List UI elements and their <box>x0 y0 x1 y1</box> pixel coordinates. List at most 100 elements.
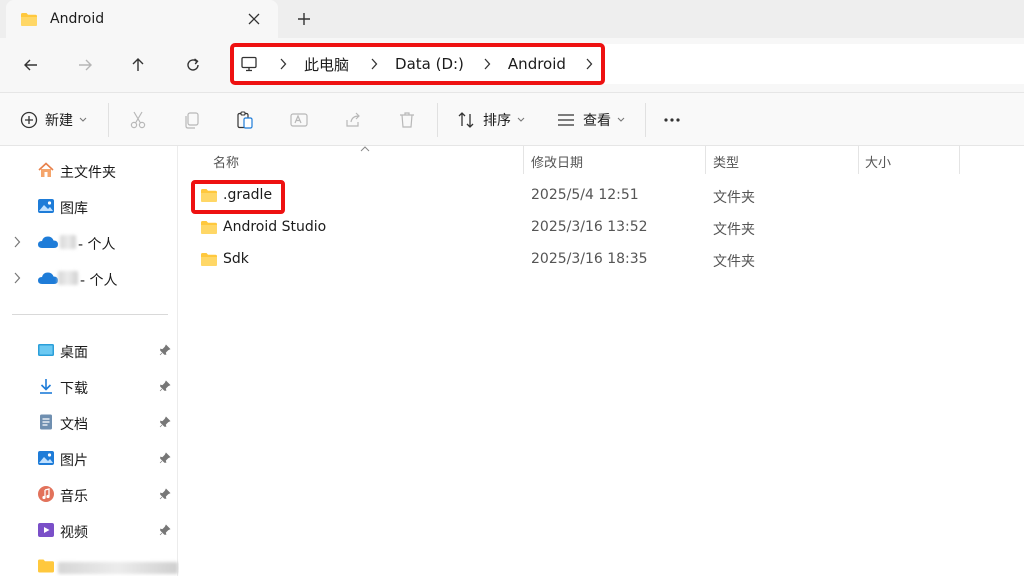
sidebar-item-home[interactable]: 主文件夹 <box>0 154 178 186</box>
sidebar-item-label: - 个人 <box>78 237 116 253</box>
tab-android[interactable]: Android <box>6 0 278 38</box>
column-header-type[interactable]: 类型 <box>713 152 739 171</box>
sidebar-item-documents[interactable]: 文档 <box>0 406 178 438</box>
view-button[interactable]: 查看 <box>556 106 625 134</box>
share-button[interactable] <box>343 106 363 134</box>
paste-button[interactable] <box>235 106 255 134</box>
sidebar-item-label: 桌面 <box>60 345 88 361</box>
sidebar-item-label: 主文件夹 <box>60 165 116 181</box>
video-icon <box>38 523 54 537</box>
cut-button[interactable] <box>128 106 148 134</box>
tab-bar: Android <box>0 0 1024 38</box>
rename-button[interactable] <box>289 106 309 134</box>
download-icon <box>40 379 52 394</box>
scissors-icon <box>130 111 146 129</box>
cloud-icon <box>38 272 58 284</box>
sort-label: 排序 <box>483 113 511 129</box>
sidebar-item-videos[interactable]: 视频 <box>0 514 178 546</box>
copy-button[interactable] <box>182 106 202 134</box>
file-modified: 2025/3/16 13:52 <box>531 219 648 235</box>
tab-title: Android <box>50 11 105 27</box>
pin-icon[interactable] <box>159 380 171 392</box>
home-icon <box>38 162 54 177</box>
file-list: 名称 修改日期 类型 大小 .gradle 2025/5/4 12:51 文件夹… <box>179 146 1024 576</box>
blurred-folder-name <box>58 562 178 574</box>
pin-icon[interactable] <box>159 416 171 428</box>
sidebar-item-label: 下载 <box>60 381 88 397</box>
desktop-icon <box>38 344 54 356</box>
navigation-pane: 主文件夹 图库 - 个人 - 个人 桌面 下载 文档 图片 音乐 视频 <box>0 146 178 576</box>
file-type: 文件夹 <box>713 190 755 206</box>
sort-button[interactable]: 排序 <box>456 106 525 134</box>
chevron-down-icon <box>79 117 87 122</box>
new-tab-button[interactable] <box>292 8 316 30</box>
file-modified: 2025/3/16 18:35 <box>531 251 648 267</box>
sidebar-divider <box>12 314 168 315</box>
command-bar: 新建 排序 查看 <box>0 92 1024 146</box>
up-button[interactable] <box>123 50 153 80</box>
sidebar-item-label: 文档 <box>60 417 88 433</box>
file-type: 文件夹 <box>713 254 755 270</box>
refresh-button[interactable] <box>178 50 208 80</box>
pin-icon[interactable] <box>159 488 171 500</box>
sidebar-item-music[interactable]: 音乐 <box>0 478 178 510</box>
file-name: Sdk <box>223 251 249 267</box>
sidebar-item-label: 视频 <box>60 525 88 541</box>
more-options-button[interactable] <box>662 106 682 134</box>
chevron-down-icon <box>617 117 625 122</box>
clipboard-icon <box>237 111 253 129</box>
arrow-up-icon <box>132 58 144 71</box>
chevron-right-icon[interactable] <box>13 272 21 284</box>
close-tab-button[interactable] <box>244 9 264 29</box>
sidebar-item-pictures[interactable]: 图片 <box>0 442 178 474</box>
file-name: Android Studio <box>223 219 327 235</box>
column-header-modified[interactable]: 修改日期 <box>531 152 583 171</box>
plus-circle-icon <box>20 111 38 129</box>
sidebar-item-gallery[interactable]: 图库 <box>0 190 178 222</box>
table-row[interactable]: Android Studio 2025/3/16 13:52 文件夹 <box>179 212 1024 244</box>
plus-icon <box>298 13 310 25</box>
back-button[interactable] <box>16 50 46 80</box>
sidebar-item-onedrive-2[interactable]: - 个人 <box>0 262 178 294</box>
sidebar-item-label: 音乐 <box>60 489 88 505</box>
more-icon <box>664 118 680 122</box>
gallery-icon <box>38 199 54 213</box>
new-button[interactable]: 新建 <box>20 106 87 134</box>
forward-button[interactable] <box>70 50 100 80</box>
sidebar-item-onedrive-1[interactable]: - 个人 <box>0 226 178 258</box>
sort-up-icon <box>360 146 370 152</box>
view-list-icon <box>558 114 574 126</box>
document-icon <box>40 414 52 430</box>
pictures-icon <box>38 451 54 465</box>
chevron-down-icon <box>517 117 525 122</box>
pin-icon[interactable] <box>159 452 171 464</box>
folder-icon <box>38 559 54 573</box>
view-label: 查看 <box>583 113 611 129</box>
sidebar-item-blurred-folder[interactable] <box>0 550 178 576</box>
sidebar-item-label: 图片 <box>60 453 88 469</box>
table-row[interactable]: Sdk 2025/3/16 18:35 文件夹 <box>179 244 1024 276</box>
trash-icon <box>400 112 414 128</box>
cloud-icon <box>38 236 58 248</box>
pin-icon[interactable] <box>159 524 171 536</box>
sidebar-item-downloads[interactable]: 下载 <box>0 370 178 402</box>
sort-arrows-icon <box>458 112 474 128</box>
chevron-right-icon[interactable] <box>13 236 21 248</box>
file-modified: 2025/5/4 12:51 <box>531 187 639 203</box>
blurred-account-name <box>60 235 76 249</box>
arrow-right-icon <box>79 59 92 71</box>
folder-icon <box>201 221 217 234</box>
folder-icon <box>201 253 217 266</box>
table-row[interactable]: .gradle 2025/5/4 12:51 文件夹 <box>179 180 1024 212</box>
gradle-highlight-box <box>191 180 285 214</box>
column-header-name[interactable]: 名称 <box>213 152 239 171</box>
pin-icon[interactable] <box>159 344 171 356</box>
close-icon <box>248 13 260 25</box>
address-highlight-box <box>230 43 605 85</box>
sidebar-item-desktop[interactable]: 桌面 <box>0 334 178 366</box>
share-icon <box>346 112 360 127</box>
folder-icon <box>21 12 37 26</box>
delete-button[interactable] <box>397 106 417 134</box>
column-header-size[interactable]: 大小 <box>865 152 891 171</box>
refresh-icon <box>187 58 199 71</box>
